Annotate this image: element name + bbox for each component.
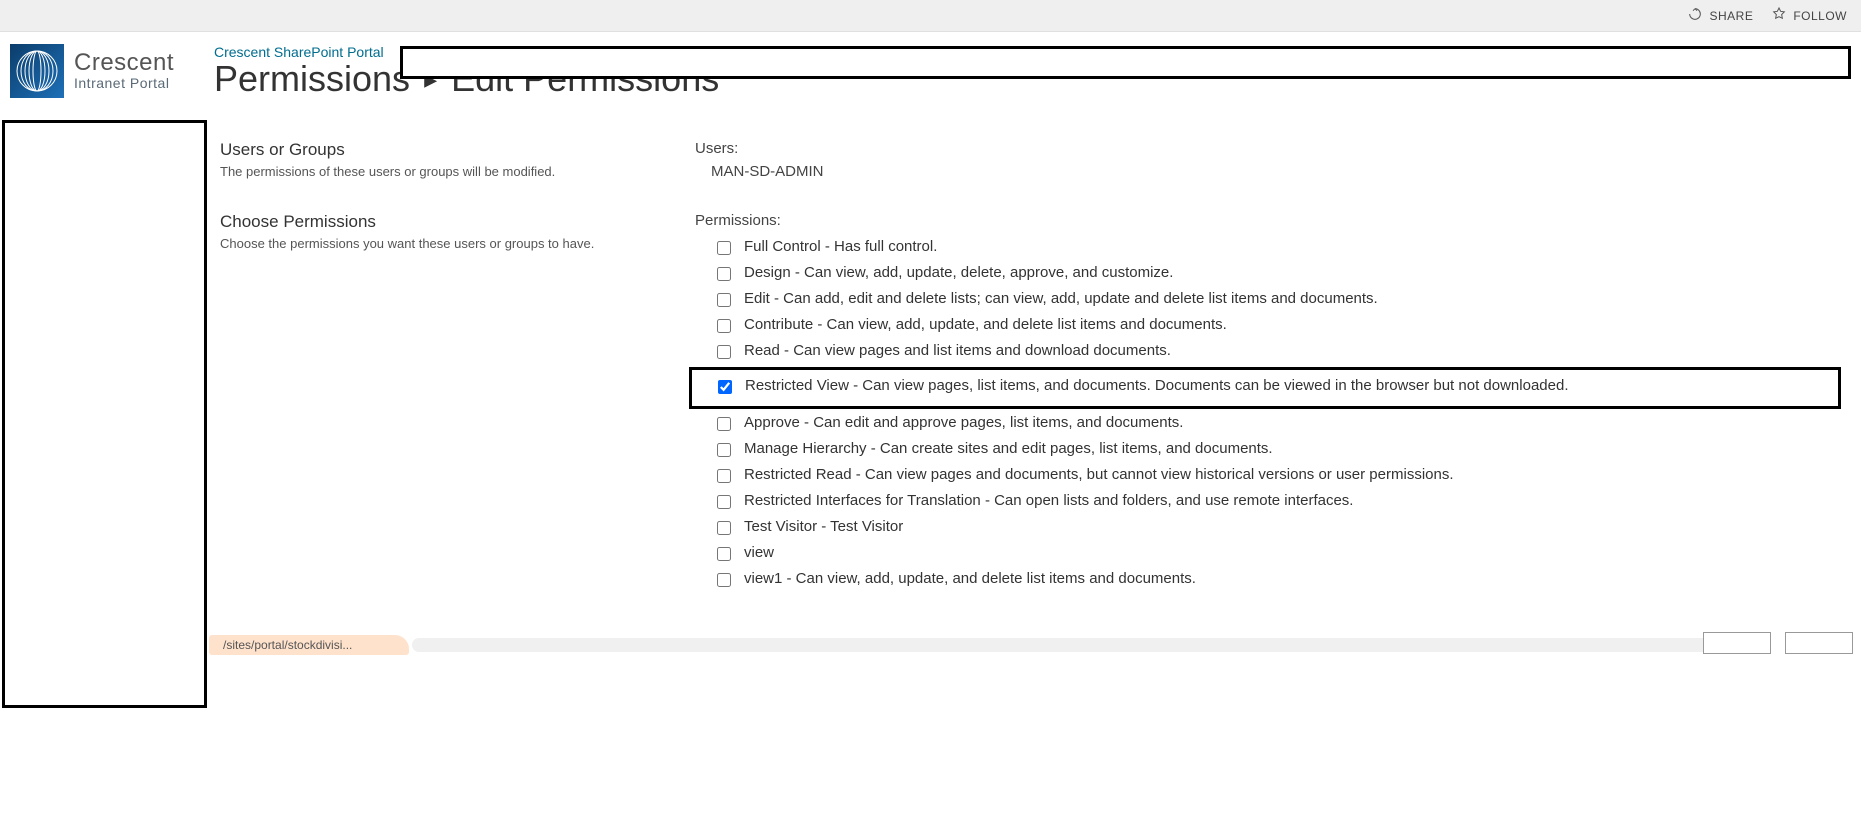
permission-row[interactable]: Approve - Can edit and approve pages, li… <box>713 411 1841 437</box>
permission-checkbox[interactable] <box>717 345 731 359</box>
logo-main: Crescent <box>74 51 174 75</box>
section-users-left: Users or Groups The permissions of these… <box>220 140 695 180</box>
permission-checkbox[interactable] <box>718 380 732 394</box>
permission-label: Restricted View - Can view pages, list i… <box>745 377 1568 394</box>
content: Users or Groups The permissions of these… <box>220 140 1841 840</box>
permission-label: view1 - Can view, add, update, and delet… <box>744 570 1196 587</box>
permission-checkbox[interactable] <box>717 293 731 307</box>
permission-checkbox[interactable] <box>717 573 731 587</box>
permission-row[interactable]: view1 - Can view, add, update, and delet… <box>713 567 1841 593</box>
permission-checkbox[interactable] <box>717 469 731 483</box>
permission-label: Restricted Read - Can view pages and doc… <box>744 466 1454 483</box>
permission-row[interactable]: Contribute - Can view, add, update, and … <box>713 313 1841 339</box>
permission-checkbox[interactable] <box>717 241 731 255</box>
permission-label: Edit - Can add, edit and delete lists; c… <box>744 290 1378 307</box>
permission-row[interactable]: Test Visitor - Test Visitor <box>713 515 1841 541</box>
choose-title: Choose Permissions <box>220 212 665 232</box>
permission-row[interactable]: Full Control - Has full control. <box>713 235 1841 261</box>
permission-label: Full Control - Has full control. <box>744 238 937 255</box>
permission-checkbox[interactable] <box>717 319 731 333</box>
permission-row[interactable]: Restricted Read - Can view pages and doc… <box>713 463 1841 489</box>
follow-label: FOLLOW <box>1793 9 1847 23</box>
permissions-label: Permissions: <box>695 212 1841 229</box>
section-choose-right: Permissions: Full Control - Has full con… <box>695 212 1841 593</box>
ribbon-bar: SHARE FOLLOW <box>0 0 1861 32</box>
horizontal-scrollbar[interactable] <box>412 638 1771 652</box>
star-icon <box>1771 6 1787 25</box>
section-users: Users or Groups The permissions of these… <box>220 140 1841 180</box>
cancel-button[interactable] <box>1785 632 1853 654</box>
section-choose: Choose Permissions Choose the permission… <box>220 212 1841 593</box>
breadcrumb-permissions[interactable]: Permissions <box>214 58 410 100</box>
share-label: SHARE <box>1709 9 1753 23</box>
permission-row[interactable]: Manage Hierarchy - Can create sites and … <box>713 437 1841 463</box>
logo-image <box>10 44 64 98</box>
permission-checkbox[interactable] <box>717 417 731 431</box>
share-icon <box>1687 6 1703 25</box>
site-logo[interactable]: Crescent Intranet Portal <box>10 44 214 98</box>
permission-label: Manage Hierarchy - Can create sites and … <box>744 440 1273 457</box>
section-users-right: Users: MAN-SD-ADMIN <box>695 140 1841 180</box>
logo-text: Crescent Intranet Portal <box>74 51 174 91</box>
permission-checkbox[interactable] <box>717 547 731 561</box>
permission-row[interactable]: Read - Can view pages and list items and… <box>713 339 1841 365</box>
permissions-list: Full Control - Has full control. Design -… <box>695 235 1841 593</box>
logo-sub: Intranet Portal <box>74 75 174 91</box>
url-crumb[interactable]: /sites/portal/stockdivisi... <box>209 635 409 655</box>
permission-label: Read - Can view pages and list items and… <box>744 342 1171 359</box>
share-button[interactable]: SHARE <box>1687 6 1753 25</box>
permission-checkbox[interactable] <box>717 267 731 281</box>
users-value: MAN-SD-ADMIN <box>695 163 1841 180</box>
permission-row[interactable]: view <box>713 541 1841 567</box>
left-nav[interactable] <box>2 120 207 708</box>
follow-button[interactable]: FOLLOW <box>1771 6 1847 25</box>
permission-row[interactable]: Restricted Interfaces for Translation - … <box>713 489 1841 515</box>
users-title: Users or Groups <box>220 140 665 160</box>
choose-desc: Choose the permissions you want these us… <box>220 236 665 251</box>
permission-label: Approve - Can edit and approve pages, li… <box>744 414 1183 431</box>
permission-label: view <box>744 544 774 561</box>
permission-checkbox[interactable] <box>717 443 731 457</box>
users-desc: The permissions of these users or groups… <box>220 164 665 179</box>
search-input[interactable] <box>400 46 1851 79</box>
permission-row[interactable]: Edit - Can add, edit and delete lists; c… <box>713 287 1841 313</box>
permission-row[interactable]: Restricted View - Can view pages, list i… <box>714 374 1832 400</box>
permission-checkbox[interactable] <box>717 521 731 535</box>
permission-label: Design - Can view, add, update, delete, … <box>744 264 1173 281</box>
permission-label: Restricted Interfaces for Translation - … <box>744 492 1353 509</box>
section-choose-left: Choose Permissions Choose the permission… <box>220 212 695 593</box>
permission-label: Contribute - Can view, add, update, and … <box>744 316 1227 333</box>
permission-row[interactable]: Design - Can view, add, update, delete, … <box>713 261 1841 287</box>
permission-label: Test Visitor - Test Visitor <box>744 518 903 535</box>
permission-highlight: Restricted View - Can view pages, list i… <box>689 367 1841 409</box>
users-label: Users: <box>695 140 1841 157</box>
permission-checkbox[interactable] <box>717 495 731 509</box>
ok-button[interactable] <box>1703 632 1771 654</box>
